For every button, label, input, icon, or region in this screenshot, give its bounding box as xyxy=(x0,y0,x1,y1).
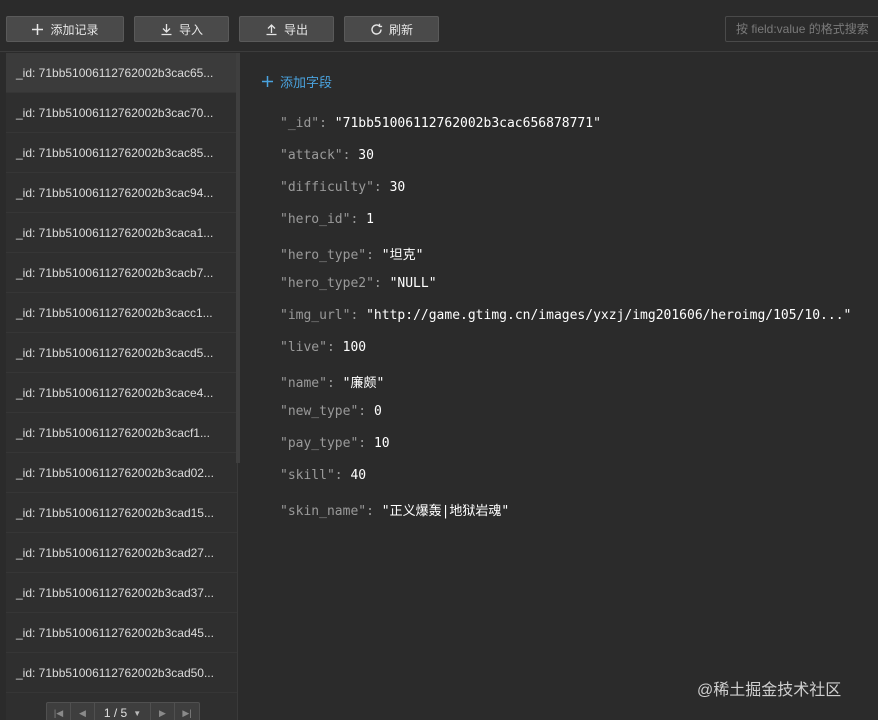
record-item[interactable]: _id: 71bb51006112762002b3cacf1... xyxy=(6,413,237,453)
field-key: "attack" xyxy=(280,148,343,163)
field-row[interactable]: "new_type": 0 xyxy=(280,404,851,436)
watermark: @稀土掘金技术社区 xyxy=(697,682,842,699)
field-key: "_id" xyxy=(280,116,320,131)
caret-down-icon: ▼ xyxy=(133,708,142,718)
record-detail: 添加字段 "_id": "71bb51006112762002b3cac6568… xyxy=(241,53,878,720)
field-value: 0 xyxy=(373,404,382,419)
field-key: "name" xyxy=(280,376,327,391)
field-key: "difficulty" xyxy=(280,180,374,195)
export-button[interactable]: 导出 xyxy=(239,16,334,42)
import-label: 导入 xyxy=(178,22,203,37)
import-button[interactable]: 导入 xyxy=(134,16,229,42)
field-key: "new_type" xyxy=(280,404,359,419)
field-value: 1 xyxy=(366,212,374,227)
first-page-button[interactable]: |◀ xyxy=(47,703,71,720)
plus-icon xyxy=(262,76,273,87)
record-item[interactable]: _id: 71bb51006112762002b3caca1... xyxy=(6,213,237,253)
prev-page-icon: ◀ xyxy=(79,707,86,718)
field-key: "hero_type2" xyxy=(280,276,374,291)
record-item[interactable]: _id: 71bb51006112762002b3cac65... xyxy=(6,53,237,93)
field-row[interactable]: "name": "廉颇" xyxy=(280,372,851,404)
add-record-label: 添加记录 xyxy=(50,22,99,37)
refresh-label: 刷新 xyxy=(388,22,413,37)
field-value: 100 xyxy=(342,340,367,355)
field-key: "img_url" xyxy=(280,308,351,323)
field-value: 10 xyxy=(373,436,390,451)
field-row[interactable]: "attack": 30 xyxy=(280,148,851,180)
field-key: "skin_name" xyxy=(280,504,367,519)
record-list-scrollbar[interactable] xyxy=(236,53,240,463)
record-item[interactable]: _id: 71bb51006112762002b3cacd5... xyxy=(6,333,237,373)
field-value: "NULL" xyxy=(389,276,437,291)
field-row[interactable]: "_id": "71bb51006112762002b3cac656878771… xyxy=(280,116,851,148)
field-row[interactable]: "skill": 40 xyxy=(280,468,851,500)
field-row[interactable]: "img_url": "http://game.gtimg.cn/images/… xyxy=(280,308,851,340)
field-value: "廉颇" xyxy=(342,376,385,391)
pagination: |◀ ◀ 1 / 5 ▼ ▶ ▶| xyxy=(46,702,200,720)
field-key: "live" xyxy=(280,340,327,355)
prev-page-button[interactable]: ◀ xyxy=(71,703,95,720)
record-list: _id: 71bb51006112762002b3cac65... _id: 7… xyxy=(6,53,238,720)
page-select[interactable]: 1 / 5 ▼ xyxy=(95,703,151,720)
record-item[interactable]: _id: 71bb51006112762002b3cad37... xyxy=(6,573,237,613)
add-field-button[interactable]: 添加字段 xyxy=(261,72,332,91)
last-page-button[interactable]: ▶| xyxy=(175,703,199,720)
record-item[interactable]: _id: 71bb51006112762002b3cac70... xyxy=(6,93,237,133)
next-page-button[interactable]: ▶ xyxy=(151,703,175,720)
record-item[interactable]: _id: 71bb51006112762002b3cace4... xyxy=(6,373,237,413)
field-value: 30 xyxy=(389,180,406,195)
field-value: "正义爆轰|地狱岩魂" xyxy=(381,504,510,519)
field-row[interactable]: "hero_type": "坦克" xyxy=(280,244,851,276)
field-value: "71bb51006112762002b3cac656878771" xyxy=(334,116,601,131)
field-row[interactable]: "hero_type2": "NULL" xyxy=(280,276,851,308)
last-page-icon: ▶| xyxy=(182,707,192,718)
record-item[interactable]: _id: 71bb51006112762002b3cacb7... xyxy=(6,253,237,293)
field-row[interactable]: "pay_type": 10 xyxy=(280,436,851,468)
field-list: "_id": "71bb51006112762002b3cac656878771… xyxy=(280,116,851,532)
refresh-icon xyxy=(371,23,383,35)
record-item[interactable]: _id: 71bb51006112762002b3cacc1... xyxy=(6,293,237,333)
add-record-button[interactable]: 添加记录 xyxy=(6,16,124,42)
field-value: "http://game.gtimg.cn/images/yxzj/img201… xyxy=(366,308,852,323)
field-row[interactable]: "difficulty": 30 xyxy=(280,180,851,212)
field-row[interactable]: "skin_name": "正义爆轰|地狱岩魂" xyxy=(280,500,851,532)
field-key: "hero_type" xyxy=(280,248,367,263)
refresh-button[interactable]: 刷新 xyxy=(344,16,439,42)
record-item[interactable]: _id: 71bb51006112762002b3cad15... xyxy=(6,493,237,533)
field-value: 30 xyxy=(358,148,374,163)
page-indicator: 1 / 5 xyxy=(103,706,128,720)
record-item[interactable]: _id: 71bb51006112762002b3cac94... xyxy=(6,173,237,213)
upload-icon xyxy=(266,23,277,35)
add-field-label: 添加字段 xyxy=(280,75,333,90)
search-input[interactable] xyxy=(725,16,878,42)
download-icon xyxy=(161,23,172,35)
record-item[interactable]: _id: 71bb51006112762002b3cad50... xyxy=(6,653,237,693)
record-item[interactable]: _id: 71bb51006112762002b3cad02... xyxy=(6,453,237,493)
record-item[interactable]: _id: 71bb51006112762002b3cac85... xyxy=(6,133,237,173)
toolbar: 添加记录 导入 导出 刷新 xyxy=(0,0,878,52)
field-value: "坦克" xyxy=(381,248,424,263)
export-label: 导出 xyxy=(283,22,308,37)
next-page-icon: ▶ xyxy=(159,707,166,718)
record-item[interactable]: _id: 71bb51006112762002b3cad27... xyxy=(6,533,237,573)
plus-icon xyxy=(32,23,44,35)
field-key: "pay_type" xyxy=(280,436,359,451)
field-row[interactable]: "live": 100 xyxy=(280,340,851,372)
field-key: "skill" xyxy=(280,468,335,483)
field-key: "hero_id" xyxy=(280,212,351,227)
field-row[interactable]: "hero_id": 1 xyxy=(280,212,851,244)
field-value: 40 xyxy=(350,468,367,483)
first-page-icon: |◀ xyxy=(53,707,64,718)
record-item[interactable]: _id: 71bb51006112762002b3cad45... xyxy=(6,613,237,653)
